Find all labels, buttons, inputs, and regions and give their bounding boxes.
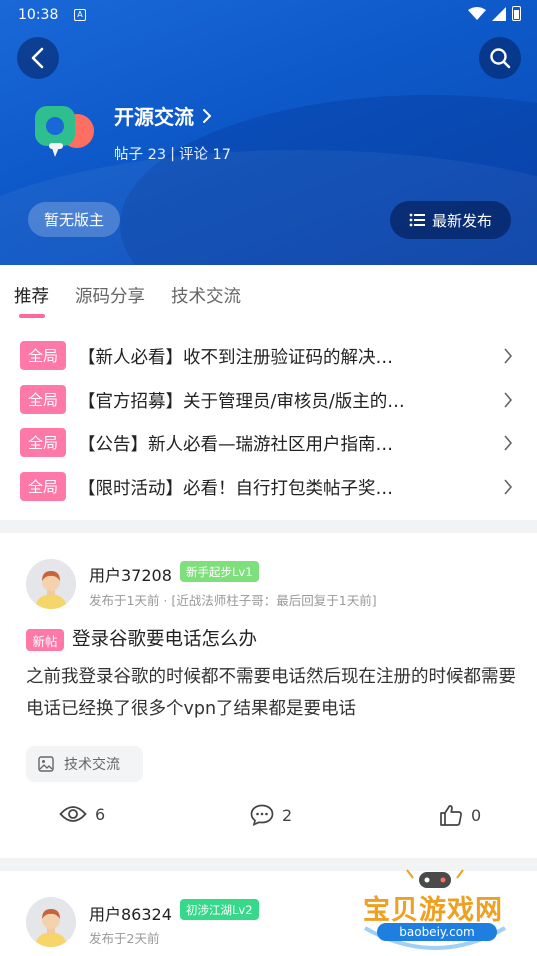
username[interactable]: 用户37208 bbox=[89, 562, 172, 586]
image-icon bbox=[38, 756, 54, 772]
chevron-right-icon bbox=[504, 435, 513, 451]
search-button[interactable] bbox=[479, 37, 521, 79]
signal-icon bbox=[492, 6, 506, 21]
level-badge: 初涉江湖Lv2 bbox=[180, 899, 259, 920]
level-badge: 新手起步Lv1 bbox=[180, 561, 259, 582]
pinned-item[interactable]: 全局 【公告】新人必看—瑞游社区用户指南… bbox=[0, 422, 537, 466]
likes-stat[interactable]: 0 bbox=[439, 804, 481, 826]
global-badge: 全局 bbox=[20, 341, 66, 370]
new-post-badge: 新帖 bbox=[26, 629, 64, 651]
chevron-right-icon bbox=[203, 108, 212, 123]
forum-name-link[interactable]: 开源交流 bbox=[114, 101, 212, 130]
chevron-right-icon bbox=[504, 478, 513, 495]
battery-icon bbox=[512, 6, 521, 21]
global-badge: 全局 bbox=[20, 384, 66, 414]
global-badge: 全局 bbox=[20, 471, 66, 501]
chevron-right-icon bbox=[504, 348, 513, 364]
sort-button[interactable]: 最新发布 bbox=[390, 201, 511, 239]
avatar[interactable] bbox=[26, 559, 76, 609]
user-avatar-icon bbox=[26, 559, 76, 609]
pinned-item[interactable]: 全局 【限时活动】必看！自行打包类帖子奖… bbox=[0, 466, 537, 510]
category-label: 技术交流 bbox=[64, 757, 120, 773]
tab-source-share[interactable]: 源码分享 bbox=[75, 283, 145, 308]
watermark-title: 宝贝游戏网 bbox=[363, 895, 503, 926]
views-stat: 6 bbox=[59, 804, 105, 824]
list-icon bbox=[409, 213, 425, 227]
search-icon bbox=[490, 48, 511, 69]
username[interactable]: 用户86324 bbox=[89, 901, 172, 925]
forum-header: 10:38 A 开源交流 帖子 23 | 评论 17 暂无版主 最新发布 bbox=[0, 0, 537, 265]
post-title[interactable]: 登录谷歌要电话怎么办 bbox=[72, 625, 257, 651]
category-tabs: 推荐 源码分享 技术交流 bbox=[14, 283, 241, 308]
status-bar: 10:38 A bbox=[0, 0, 537, 32]
tab-recommend[interactable]: 推荐 bbox=[14, 283, 49, 308]
posts-count: 帖子 23 bbox=[114, 147, 167, 163]
avatar[interactable] bbox=[26, 897, 76, 947]
pinned-title: 【公告】新人必看—瑞游社区用户指南… bbox=[78, 435, 393, 455]
tab-indicator bbox=[19, 314, 45, 318]
pinned-title: 【限时活动】必看！自行打包类帖子奖… bbox=[78, 478, 393, 499]
pinned-list: 全局 【新人必看】收不到注册验证码的解决… 全局 【官方招募】关于管理员/审核员… bbox=[0, 335, 537, 509]
category-chip[interactable]: 技术交流 bbox=[26, 746, 143, 782]
thumbs-up-icon bbox=[440, 805, 462, 826]
user-avatar-icon bbox=[26, 897, 76, 947]
likes-count: 0 bbox=[471, 805, 482, 825]
pinned-title: 【官方招募】关于管理员/审核员/版主的… bbox=[78, 391, 405, 412]
post-meta: 发布于1天前 · [近战法师柱子哥：最后回复于1天前] bbox=[89, 593, 377, 608]
post-card[interactable]: 用户37208 新手起步Lv1 发布于1天前 · [近战法师柱子哥：最后回复于1… bbox=[0, 533, 537, 858]
chevron-right-icon bbox=[504, 391, 513, 408]
status-time: 10:38 bbox=[18, 7, 59, 23]
pinned-item[interactable]: 全局 【官方招募】关于管理员/审核员/版主的… bbox=[0, 379, 537, 423]
watermark-url: baobeiy.com bbox=[377, 923, 497, 941]
comments-stat[interactable]: 2 bbox=[250, 804, 292, 826]
status-icons bbox=[468, 6, 521, 21]
forum-stats: 帖子 23 | 评论 17 bbox=[114, 143, 231, 164]
eye-icon bbox=[59, 806, 87, 822]
global-badge: 全局 bbox=[20, 428, 66, 457]
post-meta: 发布于2天前 bbox=[89, 931, 160, 946]
comments-count: 2 bbox=[282, 805, 293, 825]
notification-icon: A bbox=[74, 9, 86, 21]
forum-name: 开源交流 bbox=[114, 105, 194, 129]
content-panel: 推荐 源码分享 技术交流 全局 【新人必看】收不到注册验证码的解决… 全局 【官… bbox=[0, 265, 537, 520]
chevron-left-icon bbox=[31, 47, 44, 69]
comments-count: 评论 17 bbox=[178, 147, 232, 163]
forum-logo-icon bbox=[35, 106, 94, 157]
moderator-pill[interactable]: 暂无版主 bbox=[28, 202, 120, 237]
site-watermark: 宝贝游戏网 baobeiy.com bbox=[355, 868, 515, 954]
stats-separator: | bbox=[170, 145, 175, 162]
views-count: 6 bbox=[95, 804, 106, 824]
pinned-title: 【新人必看】收不到注册验证码的解决… bbox=[78, 348, 393, 368]
sort-label: 最新发布 bbox=[431, 211, 492, 230]
back-button[interactable] bbox=[17, 37, 59, 79]
comment-icon bbox=[250, 804, 274, 826]
tab-tech-discussion[interactable]: 技术交流 bbox=[171, 283, 241, 308]
post-body[interactable]: 之前我登录谷歌的时候都不需要电话然后现在注册的时候都需要电话已经换了很多个vpn… bbox=[26, 661, 516, 725]
wifi-icon bbox=[468, 6, 486, 20]
pinned-item[interactable]: 全局 【新人必看】收不到注册验证码的解决… bbox=[0, 335, 537, 379]
